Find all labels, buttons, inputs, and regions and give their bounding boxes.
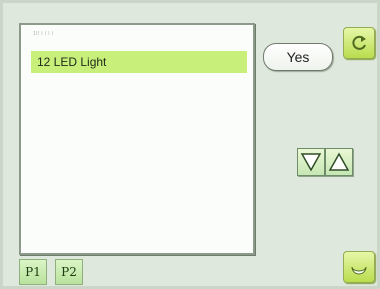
list-header: 1ll l l l l [33, 31, 54, 37]
page-1-button[interactable]: P1 [19, 259, 47, 285]
triangle-down-icon [300, 153, 322, 172]
refresh-button[interactable] [343, 27, 375, 59]
scroll-down-button[interactable] [297, 148, 325, 176]
item-list-panel: 1ll l l l l 12 LED Light [19, 23, 255, 255]
refresh-icon [352, 35, 366, 50]
triangle-up-icon [328, 152, 350, 171]
yes-button[interactable]: Yes [263, 43, 333, 71]
sleep-button[interactable] [343, 251, 375, 283]
device-screen: 1ll l l l l 12 LED Light Yes P1 P2 [0, 0, 380, 289]
list-item[interactable]: 12 LED Light [31, 51, 247, 73]
moon-icon [351, 266, 367, 275]
scroll-up-button[interactable] [325, 148, 353, 176]
page-2-button[interactable]: P2 [55, 259, 83, 285]
